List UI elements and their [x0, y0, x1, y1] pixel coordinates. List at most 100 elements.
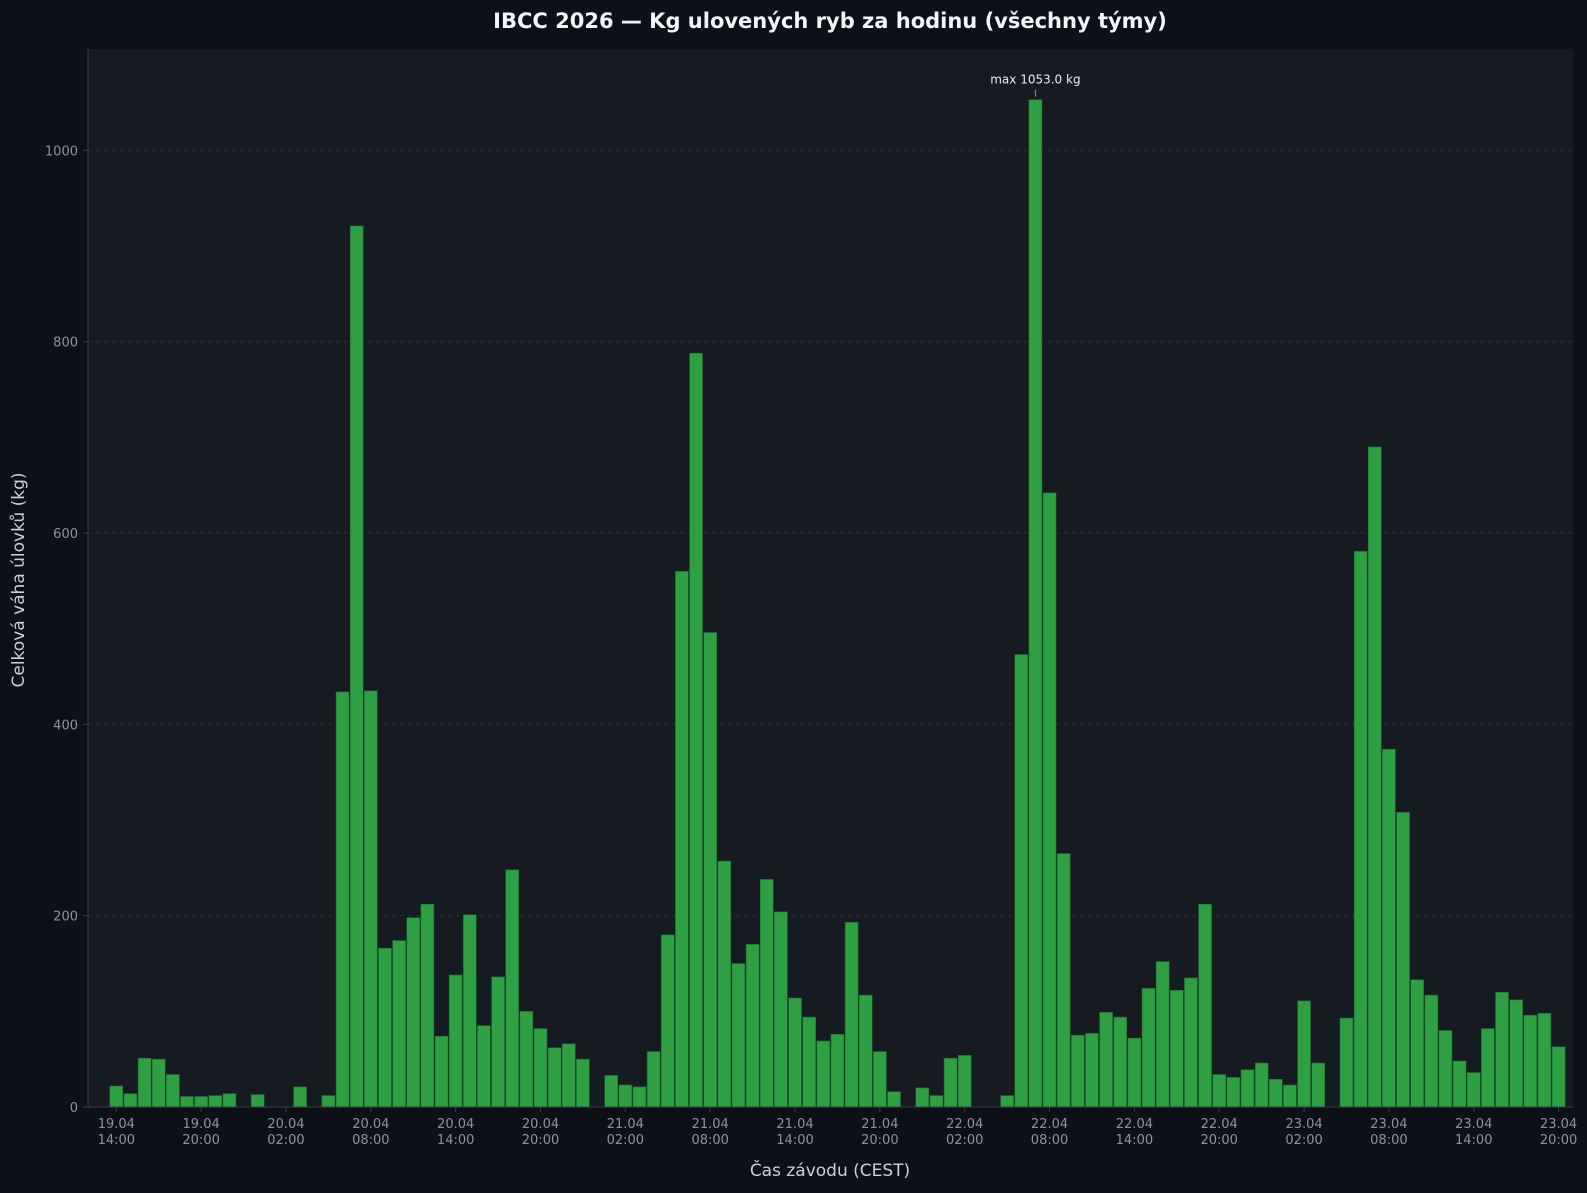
- x-tick-label-date: 21.04: [861, 1117, 898, 1132]
- bar: [1410, 979, 1424, 1108]
- bar: [844, 922, 859, 1108]
- bar: [887, 1091, 901, 1108]
- bar: [1028, 99, 1043, 1108]
- bar: [208, 1095, 223, 1108]
- bar: [873, 1051, 887, 1108]
- bar: [1170, 989, 1184, 1108]
- x-tick-label-time: 20:00: [522, 1133, 559, 1148]
- x-tick-label-time: 08:00: [352, 1133, 389, 1148]
- bar: [477, 1025, 491, 1108]
- bar: [378, 947, 392, 1108]
- x-tick-label-date: 23.04: [1285, 1117, 1322, 1132]
- y-tick-label: 0: [70, 1101, 78, 1116]
- bar: [1099, 1011, 1113, 1108]
- bar: [774, 911, 788, 1108]
- bar: [731, 963, 746, 1108]
- x-tick-label-date: 20.04: [352, 1117, 389, 1132]
- bar: [1127, 1037, 1142, 1108]
- bar: [745, 944, 760, 1108]
- bar: [618, 1084, 633, 1108]
- bar: [1466, 1072, 1481, 1108]
- bar: [1014, 654, 1029, 1108]
- bar: [1113, 1016, 1128, 1108]
- x-tick-label-time: 02:00: [946, 1133, 983, 1148]
- x-tick-label-date: 23.04: [1370, 1117, 1407, 1132]
- x-tick-label-date: 22.04: [1201, 1117, 1238, 1132]
- bar: [717, 860, 732, 1108]
- bar: [335, 691, 350, 1108]
- x-tick-label-time: 02:00: [1285, 1133, 1322, 1148]
- bar: [1438, 1030, 1453, 1108]
- y-axis-label: Celková váha úlovků (kg): [9, 472, 29, 687]
- bar: [392, 940, 406, 1108]
- bar: [533, 1028, 548, 1108]
- y-tick-label: 600: [53, 527, 78, 542]
- bar: [759, 879, 774, 1108]
- max-annotation: max 1053.0 kg: [990, 73, 1080, 87]
- x-tick-label-time: 02:00: [267, 1133, 304, 1148]
- bar: [505, 869, 520, 1108]
- bar: [858, 994, 873, 1108]
- bar: [646, 1051, 661, 1108]
- x-tick-label-time: 20:00: [861, 1133, 898, 1148]
- bar: [1085, 1033, 1099, 1108]
- bar: [604, 1075, 619, 1108]
- bar: [1537, 1012, 1552, 1108]
- bar: [576, 1058, 590, 1108]
- x-tick-label-time: 20:00: [1540, 1133, 1577, 1148]
- x-tick-label-time: 14:00: [98, 1133, 135, 1148]
- bar: [349, 225, 364, 1108]
- bar: [1056, 853, 1071, 1108]
- x-tick-label-date: 20.04: [267, 1117, 304, 1132]
- bar: [180, 1096, 194, 1108]
- bar: [957, 1055, 972, 1108]
- bar: [293, 1086, 307, 1108]
- bar: [632, 1086, 647, 1108]
- bar: [321, 1095, 336, 1108]
- bar: [1042, 492, 1057, 1108]
- bar: [1240, 1069, 1255, 1108]
- bar: [943, 1057, 958, 1108]
- bar: [420, 903, 435, 1108]
- bar: [519, 1011, 534, 1108]
- x-tick-label-time: 20:00: [182, 1133, 219, 1148]
- bar: [1268, 1078, 1283, 1108]
- bar: [830, 1034, 845, 1108]
- bar: [137, 1057, 152, 1108]
- bar: [1382, 748, 1396, 1108]
- bar: [491, 976, 505, 1108]
- bar: [406, 917, 421, 1108]
- bar: [1452, 1060, 1467, 1108]
- bar: [1071, 1034, 1085, 1108]
- bar: [1424, 994, 1439, 1108]
- x-tick-label-date: 22.04: [1031, 1117, 1068, 1132]
- x-tick-label-time: 14:00: [776, 1133, 813, 1148]
- bar: [1283, 1084, 1297, 1108]
- bar: [109, 1085, 124, 1108]
- plot-area: [88, 49, 1573, 1107]
- bar: [1297, 1000, 1311, 1108]
- bar: [547, 1047, 562, 1108]
- bar: [1396, 812, 1410, 1108]
- bar: [1155, 961, 1170, 1108]
- bar: [250, 1094, 265, 1108]
- bar: [1495, 991, 1509, 1108]
- y-tick-label: 200: [53, 910, 78, 925]
- bar: [222, 1093, 237, 1108]
- x-tick-label-time: 08:00: [1031, 1133, 1068, 1148]
- bar: [816, 1040, 831, 1108]
- x-tick-label-date: 23.04: [1455, 1117, 1492, 1132]
- x-tick-label-date: 21.04: [692, 1117, 729, 1132]
- y-tick-label: 800: [53, 336, 78, 351]
- bar: [448, 974, 463, 1108]
- bar: [194, 1096, 208, 1108]
- bar: [1339, 1017, 1354, 1108]
- chart-title: IBCC 2026 — Kg ulovených ryb za hodinu (…: [493, 9, 1167, 33]
- bar: [1198, 903, 1212, 1108]
- bar: [364, 690, 378, 1108]
- bar: [1000, 1095, 1014, 1108]
- x-tick-label-date: 23.04: [1540, 1117, 1577, 1132]
- y-tick-label: 400: [53, 718, 78, 733]
- bar-chart: 02004006008001000 19.0414:0019.0420:0020…: [0, 0, 1587, 1189]
- x-tick-label-time: 14:00: [437, 1133, 474, 1148]
